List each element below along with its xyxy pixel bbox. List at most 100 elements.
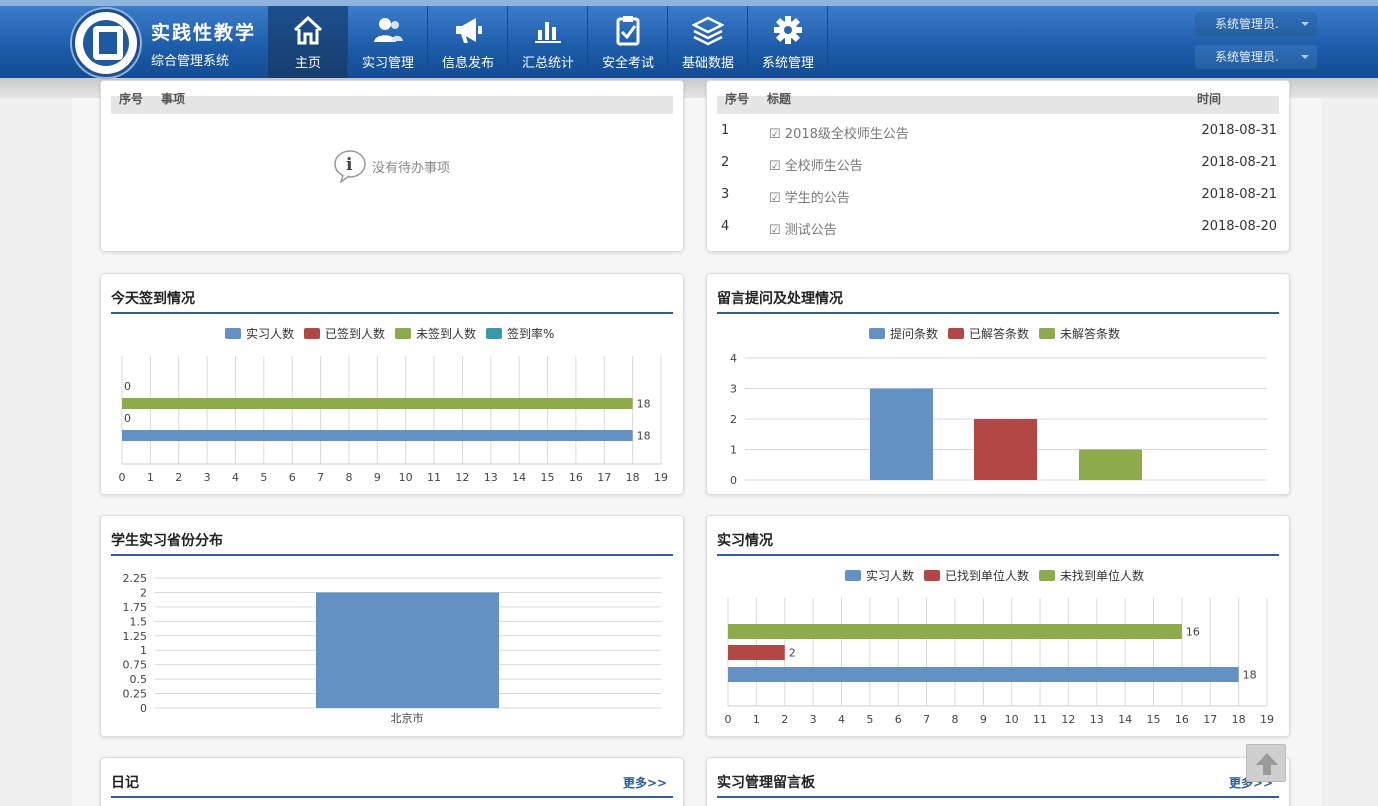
data-label: 0	[124, 380, 131, 393]
announcement-row[interactable]: 3 ☑ 学生的公告 2018-08-21	[721, 179, 1277, 211]
x-tick-label: 2	[781, 713, 788, 726]
y-tick-label: 1	[730, 444, 737, 457]
bar	[728, 645, 785, 660]
x-tick-label: 5	[866, 713, 873, 726]
questions-panel: 留言提问及处理情况 提问条数 已解答条数 未解答条数 01234	[706, 273, 1290, 495]
x-tick-label: 9	[980, 713, 987, 726]
internship-panel: 实习情况 实习人数 已找到单位人数 未找到单位人数 0 1 2 3 4 5 6 7 8 9 10 11…	[706, 515, 1290, 737]
province-chart: 00.25 0.50.75 11.25 1.51.75 22.25 北京市	[123, 572, 661, 725]
ann-title-link[interactable]: ☑ 全校师生公告	[769, 155, 863, 174]
x-tick-label: 4	[232, 471, 239, 484]
x-tick-label: 6	[895, 713, 902, 726]
x-tick-label: 12	[455, 471, 469, 484]
nav-publish[interactable]: 信息发布	[428, 6, 508, 78]
diary-more-link[interactable]: 更多>>	[623, 774, 667, 791]
info-icon: i	[334, 150, 366, 183]
app-subtitle: 综合管理系统	[151, 54, 230, 69]
data-label: 0	[124, 412, 131, 425]
ann-col-time: 时间	[1197, 92, 1222, 106]
megaphone-icon	[456, 18, 482, 43]
checkin-panel: 今天签到情况 实习人数 已签到人数 未签到人数 签到率% 01234567891…	[100, 273, 684, 495]
logo-icon[interactable]	[72, 9, 140, 77]
nav-basic-data[interactable]: 基础数据	[668, 6, 748, 78]
x-tick-label: 17	[597, 471, 611, 484]
announcement-row[interactable]: 2 ☑ 全校师生公告 2018-08-21	[721, 147, 1277, 179]
nav-internship[interactable]: 实习管理	[348, 6, 428, 78]
nav-system-label: 系统管理	[761, 56, 814, 71]
todo-col-index: 序号	[119, 92, 144, 106]
x-tick-label: 13	[484, 471, 498, 484]
x-tick-label: 19	[654, 471, 668, 484]
bar	[974, 419, 1037, 480]
x-tick-label: 3	[810, 713, 817, 726]
ann-title-link[interactable]: ☑ 测试公告	[769, 219, 837, 238]
ann-index: 1	[721, 123, 730, 138]
diary-panel: 日记 更多>>	[100, 757, 684, 806]
data-label: 18	[1243, 669, 1257, 682]
y-tick-label: 1	[140, 644, 147, 657]
y-tick-label: 2.25	[123, 572, 148, 585]
ann-col-index: 序号	[725, 92, 750, 106]
x-tick-label: 1	[753, 713, 760, 726]
todo-empty-text: 没有待办事项	[372, 161, 451, 176]
y-tick-label: 4	[730, 352, 737, 365]
user-role-dropdown[interactable]: 系统管理员.	[1195, 12, 1317, 36]
home-icon	[293, 15, 323, 45]
user-account-dropdown[interactable]: 系统管理员.	[1195, 45, 1317, 69]
x-tick-label: 18	[626, 471, 640, 484]
users-icon	[374, 18, 403, 42]
data-label: 2	[789, 647, 796, 660]
y-tick-label: 2	[140, 586, 147, 599]
ann-date: 2018-08-31	[1201, 123, 1277, 138]
nav-statistics-label: 汇总统计	[521, 56, 574, 71]
x-tick-label: 7	[317, 471, 324, 484]
x-tick-label: 9	[374, 471, 381, 484]
announcement-row[interactable]: 4 ☑ 测试公告 2018-08-20	[721, 211, 1277, 243]
panel-divider	[111, 796, 673, 798]
ann-index: 3	[721, 187, 730, 202]
bar	[316, 592, 499, 708]
chevron-down-icon	[1301, 55, 1309, 59]
user-role-label: 系统管理员.	[1215, 17, 1279, 31]
gear-icon	[774, 16, 802, 44]
internship-chart: 0 1 2 3 4 5 6 7 8 9 10 11 12 13 14 15 16 17 18 1916218	[725, 598, 1274, 726]
ann-date: 2018-08-20	[1201, 219, 1277, 234]
svg-text:i: i	[346, 155, 353, 175]
y-tick-label: 0	[730, 474, 737, 487]
nav-system[interactable]: 系统管理	[748, 6, 828, 78]
y-tick-label: 1.5	[130, 615, 148, 628]
announcements-table-header: 序号 标题 时间	[717, 92, 1279, 114]
province-panel: 学生实习省份分布 0 0.25 0.5 0.75 1 1.25 1.5 1.75 2 2.25 北京…	[100, 515, 684, 737]
y-tick-label: 0	[140, 702, 147, 715]
y-tick-label: 1.25	[123, 630, 148, 643]
x-tick-label: 12	[1061, 713, 1075, 726]
ann-col-title: 标题	[767, 92, 792, 106]
scroll-to-top-button[interactable]	[1246, 744, 1286, 782]
x-tick-label: 2	[175, 471, 182, 484]
y-tick-label: 3	[730, 383, 737, 396]
data-label: 18	[637, 430, 651, 443]
ann-title-link[interactable]: ☑ 2018级全校师生公告	[769, 123, 909, 142]
x-tick-label: 8	[345, 471, 352, 484]
x-tick-label: 4	[838, 713, 845, 726]
message-board-panel: 实习管理留言板 更多>>	[706, 757, 1290, 806]
clipboard-check-icon	[616, 16, 640, 46]
x-tick-label: 16	[569, 471, 583, 484]
message-board-title: 实习管理留言板	[717, 775, 815, 791]
nav-home[interactable]: 主页	[268, 6, 348, 78]
x-tick-label: 15	[1147, 713, 1161, 726]
x-tick-label: 3	[204, 471, 211, 484]
x-tick-label: 11	[1033, 713, 1047, 726]
nav-statistics[interactable]: 汇总统计	[508, 6, 588, 78]
bar	[122, 398, 633, 409]
ann-index: 2	[721, 155, 730, 170]
nav-exam[interactable]: 安全考试	[588, 6, 668, 78]
y-tick-label: 0.5	[130, 673, 148, 686]
x-tick-label: 14	[512, 471, 526, 484]
y-tick-label: 1.75	[123, 601, 148, 614]
x-tick-label: 7	[923, 713, 930, 726]
data-label: 16	[1186, 626, 1200, 639]
ann-title-link[interactable]: ☑ 学生的公告	[769, 187, 850, 206]
bar-chart-icon	[535, 22, 561, 43]
announcement-row[interactable]: 1 ☑ 2018级全校师生公告 2018-08-31	[721, 115, 1277, 147]
